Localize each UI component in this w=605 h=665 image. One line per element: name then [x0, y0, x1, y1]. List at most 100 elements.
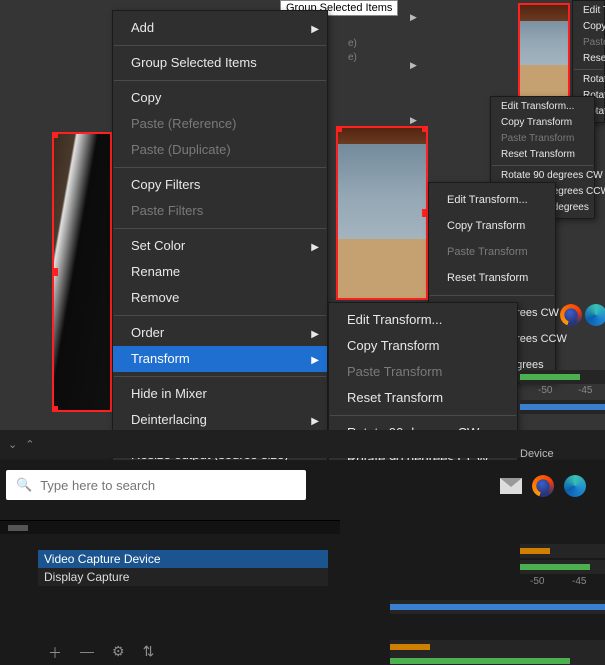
toolbar: ⌄ ⌃: [0, 430, 605, 458]
menu-item-paste-transform[interactable]: Paste Transform: [429, 239, 555, 265]
timeline-bar: [390, 658, 570, 664]
menu-item-copy-transform[interactable]: Copy Transform: [491, 115, 594, 131]
menu-item-remove[interactable]: Remove: [113, 285, 327, 311]
panel-splitter[interactable]: [0, 520, 340, 534]
menu-item-edit-transform[interactable]: Edit Transform...: [329, 307, 517, 333]
timeline-track[interactable]: [520, 560, 605, 574]
menu-item-transform[interactable]: Transform▶: [113, 346, 327, 372]
menu-item-reset-transform[interactable]: Reset Transform: [329, 385, 517, 411]
menu-separator: [114, 45, 326, 46]
grip-icon: [8, 525, 28, 531]
firefox-icon[interactable]: [560, 304, 582, 326]
source-row[interactable]: Display Capture: [38, 568, 328, 586]
edge-icon[interactable]: [564, 475, 586, 497]
menu-item-paste-ref[interactable]: Paste (Reference): [113, 111, 327, 137]
timeline-track[interactable]: [390, 600, 605, 614]
sources-toolbar: ＋ — ⚙ ⇅: [48, 643, 154, 663]
timeline-bar: [520, 404, 605, 410]
submenu-arrow-icon: ▶: [410, 12, 417, 23]
dimmed-label: e): [348, 38, 357, 49]
menu-item[interactable]: Rotate 90: [573, 72, 604, 88]
timeline-track[interactable]: [390, 654, 605, 665]
submenu-arrow-icon: ▶: [410, 60, 417, 71]
menu-item-reset-transform[interactable]: Reset Transform: [491, 147, 594, 163]
menu-separator: [492, 165, 593, 166]
menu-item-rename[interactable]: Rename: [113, 259, 327, 285]
chevron-down-icon[interactable]: ⌄: [8, 438, 17, 451]
chevron-up-icon[interactable]: ⌃: [25, 438, 34, 451]
time-label: -45: [578, 385, 592, 396]
time-label: -50: [530, 576, 544, 587]
menu-label: Set Color: [131, 238, 185, 253]
timeline-track[interactable]: [520, 400, 605, 414]
menu-item-paste-filters[interactable]: Paste Filters: [113, 198, 327, 224]
menu-item-paste-dup[interactable]: Paste (Duplicate): [113, 137, 327, 163]
video-thumb: [54, 134, 110, 410]
menu-item-paste-transform[interactable]: Paste Transform: [329, 359, 517, 385]
video-thumb: [338, 128, 426, 298]
edge-icon[interactable]: [585, 304, 605, 326]
menu-separator: [114, 228, 326, 229]
menu-label: Add: [131, 20, 154, 35]
gear-icon[interactable]: ⚙: [112, 643, 125, 663]
menu-item[interactable]: Edit Tran: [573, 3, 604, 19]
timeline-track[interactable]: [390, 640, 605, 654]
submenu-arrow-icon: ▶: [410, 115, 417, 126]
chevron-right-icon: ▶: [311, 413, 319, 431]
menu-item-copy-filters[interactable]: Copy Filters: [113, 172, 327, 198]
timeline-track[interactable]: [520, 370, 605, 384]
source-row-selected[interactable]: Video Capture Device: [38, 550, 328, 568]
menu-item-copy[interactable]: Copy: [113, 85, 327, 111]
resize-handle[interactable]: [336, 126, 342, 132]
chevron-right-icon: ▶: [311, 21, 319, 39]
menu-item-copy-transform[interactable]: Copy Transform: [429, 213, 555, 239]
chevron-right-icon: ▶: [311, 352, 319, 370]
system-tray: [560, 304, 582, 326]
menu-item-set-color[interactable]: Set Color▶: [113, 233, 327, 259]
menu-item-paste-transform[interactable]: Paste Transform: [491, 131, 594, 147]
search-input-wrap[interactable]: 🔍: [6, 470, 306, 500]
resize-handle[interactable]: [422, 126, 428, 132]
time-label: -45: [572, 576, 586, 587]
resize-handle[interactable]: [52, 268, 58, 276]
timeline-bar: [390, 604, 605, 610]
selected-source-center[interactable]: [336, 126, 428, 300]
dimmed-label: e): [348, 52, 357, 63]
menu-item[interactable]: Reset Tra: [573, 51, 604, 67]
menu-item-copy-transform[interactable]: Copy Transform: [329, 333, 517, 359]
menu-separator: [330, 415, 516, 416]
add-icon[interactable]: ＋: [48, 643, 62, 663]
system-tray: [585, 304, 605, 326]
system-tray: [500, 475, 586, 497]
menu-item-edit-transform[interactable]: Edit Transform...: [491, 99, 594, 115]
menu-item-hide-mixer[interactable]: Hide in Mixer: [113, 381, 327, 407]
timeline-bar: [390, 644, 430, 650]
menu-separator: [114, 376, 326, 377]
remove-icon[interactable]: —: [80, 643, 94, 663]
menu-item-edit-transform[interactable]: Edit Transform...: [429, 187, 555, 213]
menu-item-add[interactable]: Add ▶: [113, 15, 327, 41]
timeline-bar: [520, 564, 590, 570]
time-label: -50: [538, 385, 552, 396]
resize-handle[interactable]: [52, 406, 58, 412]
mail-icon[interactable]: [500, 478, 522, 494]
search-input[interactable]: [40, 478, 296, 493]
menu-item-reset-transform[interactable]: Reset Transform: [429, 265, 555, 291]
selected-source-mini[interactable]: [518, 3, 570, 99]
mixer-device-label: Device: [520, 448, 554, 460]
sources-list[interactable]: Video Capture Device Display Capture: [38, 550, 328, 586]
video-thumb-top: [338, 128, 426, 144]
firefox-icon[interactable]: [532, 475, 554, 497]
menu-separator: [114, 315, 326, 316]
menu-item[interactable]: Paste Tra: [573, 35, 604, 51]
timeline-track[interactable]: [520, 544, 605, 558]
menu-label: Order: [131, 325, 164, 340]
menu-item[interactable]: Copy Tra: [573, 19, 604, 35]
selected-source-left[interactable]: [52, 132, 112, 412]
reorder-icon[interactable]: ⇅: [143, 643, 155, 663]
timeline-bar: [520, 374, 580, 380]
resize-handle[interactable]: [52, 132, 58, 138]
menu-item-order[interactable]: Order▶: [113, 320, 327, 346]
menu-separator: [574, 69, 603, 70]
menu-item-group[interactable]: Group Selected Items: [113, 50, 327, 76]
